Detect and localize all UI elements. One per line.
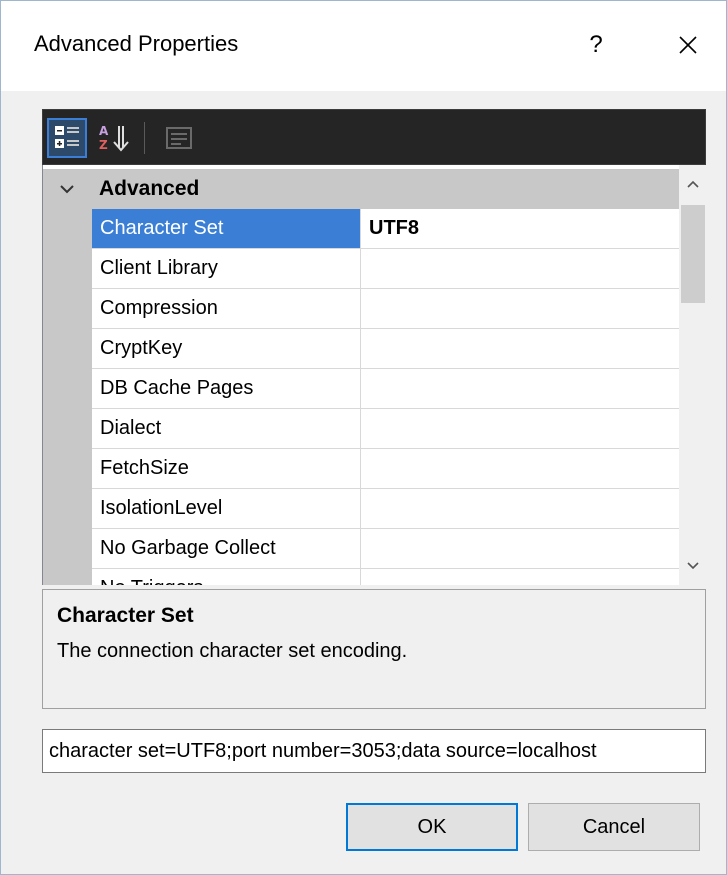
property-value[interactable] <box>361 569 679 585</box>
property-value[interactable] <box>361 489 679 528</box>
vertical-scrollbar[interactable] <box>679 165 706 585</box>
chevron-up-icon <box>687 180 699 188</box>
toolbar-separator <box>144 122 145 154</box>
property-name: IsolationLevel <box>92 489 361 528</box>
help-button[interactable]: ? <box>581 27 611 63</box>
property-value[interactable] <box>361 529 679 568</box>
alphabetical-sort-icon: A Z <box>99 124 129 152</box>
property-row-no-garbage-collect[interactable]: No Garbage Collect <box>92 529 679 569</box>
property-grid-toolbar: A Z <box>42 109 706 165</box>
property-name: FetchSize <box>92 449 361 488</box>
chevron-down-icon <box>687 562 699 570</box>
close-button[interactable] <box>663 25 713 65</box>
property-row-db-cache-pages[interactable]: DB Cache Pages <box>92 369 679 409</box>
property-row-character-set[interactable]: Character Set UTF8 <box>92 209 679 249</box>
svg-text:A: A <box>99 124 109 138</box>
property-row-isolationlevel[interactable]: IsolationLevel <box>92 489 679 529</box>
property-row-compression[interactable]: Compression <box>92 289 679 329</box>
scroll-up-button[interactable] <box>679 165 706 205</box>
title-bar: Advanced Properties ? <box>1 1 726 91</box>
property-name: Dialect <box>92 409 361 448</box>
property-row-cryptkey[interactable]: CryptKey <box>92 329 679 369</box>
property-value[interactable]: UTF8 <box>361 209 679 248</box>
property-row-no-triggers[interactable]: No Triggers <box>92 569 679 585</box>
property-value[interactable] <box>361 409 679 448</box>
alphabetical-button[interactable]: A Z <box>95 118 135 158</box>
description-text: The connection character set encoding. <box>57 640 408 662</box>
property-row-fetchsize[interactable]: FetchSize <box>92 449 679 489</box>
property-value[interactable] <box>361 369 679 408</box>
connection-string-field[interactable]: character set=UTF8;port number=3053;data… <box>42 729 706 773</box>
ok-button[interactable]: OK <box>346 803 518 851</box>
category-gutter <box>43 209 92 585</box>
cancel-button[interactable]: Cancel <box>528 803 700 851</box>
property-pages-button[interactable] <box>159 118 199 158</box>
scroll-down-button[interactable] <box>679 545 706 585</box>
window-title: Advanced Properties <box>34 31 239 56</box>
property-grid: Advanced Character Set UTF8 Client Libra… <box>42 165 706 585</box>
description-panel: Character Set The connection character s… <box>42 589 706 709</box>
scroll-thumb[interactable] <box>681 205 705 303</box>
property-row-client-library[interactable]: Client Library <box>92 249 679 289</box>
property-name: Character Set <box>92 209 361 248</box>
description-title: Character Set <box>57 604 194 627</box>
close-icon <box>679 36 697 54</box>
property-row-dialect[interactable]: Dialect <box>92 409 679 449</box>
property-name: Client Library <box>92 249 361 288</box>
category-label: Advanced <box>99 177 200 200</box>
property-name: No Garbage Collect <box>92 529 361 568</box>
property-name: CryptKey <box>92 329 361 368</box>
property-value[interactable] <box>361 449 679 488</box>
categorized-icon <box>55 126 79 148</box>
property-pages-icon <box>166 127 192 149</box>
categorized-button[interactable] <box>47 118 87 158</box>
property-name: DB Cache Pages <box>92 369 361 408</box>
svg-text:Z: Z <box>99 138 108 152</box>
advanced-properties-dialog: Advanced Properties ? A Z Advanced Chara… <box>0 0 727 875</box>
property-name: No Triggers <box>92 569 361 585</box>
property-value[interactable] <box>361 289 679 328</box>
property-name: Compression <box>92 289 361 328</box>
chevron-down-icon[interactable] <box>55 175 79 203</box>
property-value[interactable] <box>361 329 679 368</box>
category-row-advanced[interactable]: Advanced <box>43 169 679 209</box>
property-value[interactable] <box>361 249 679 288</box>
